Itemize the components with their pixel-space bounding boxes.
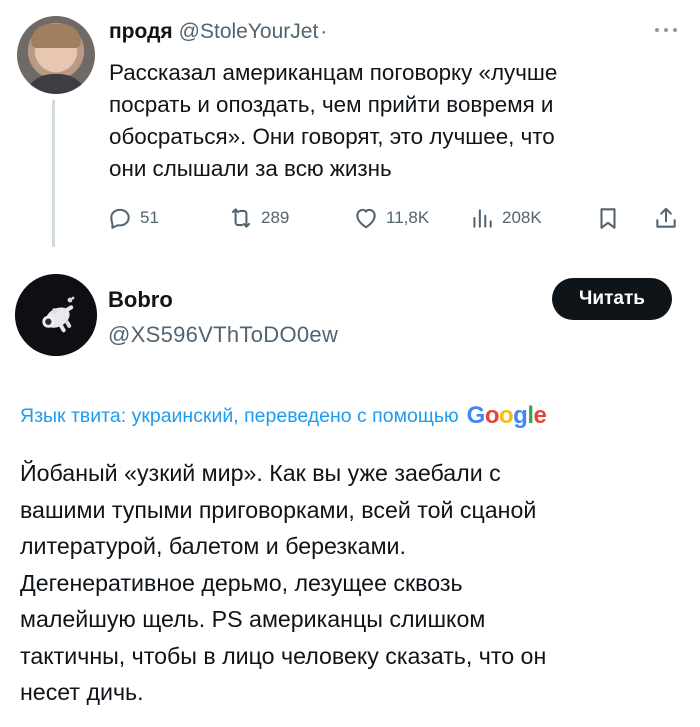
- quoted-text-line: литературой, балетом и березками.: [20, 533, 406, 559]
- quoted-text-line: несет дичь.: [20, 679, 144, 705]
- share-icon: [656, 207, 676, 228]
- quoted-author-handle[interactable]: @XS596VThToDO0ew: [108, 322, 338, 348]
- views-button[interactable]: 208K: [469, 200, 542, 236]
- tweet-text: Рассказал американцам поговорку «лучше по…: [109, 57, 689, 185]
- quoted-text-line: вашими тупыми приговорками, всей той сца…: [20, 496, 537, 523]
- avatar[interactable]: [15, 274, 97, 356]
- thread-connector-line: [52, 100, 55, 247]
- avatar[interactable]: [17, 16, 95, 94]
- more-icon[interactable]: [652, 22, 680, 38]
- read-button[interactable]: Читать: [552, 278, 672, 320]
- tweet-text-line: посрать и опоздать, чем прийти вовремя и: [109, 92, 554, 117]
- tweet-header: продя @StoleYourJet·: [109, 20, 327, 44]
- tweet-text-line: они слышали за всю жизнь: [109, 156, 392, 181]
- tweet-text-line: Рассказал американцам поговорку «лучше: [109, 60, 558, 85]
- repost-count: 289: [261, 208, 290, 227]
- tweet-actions-bar: 51 289 11,8K 208K: [105, 200, 690, 236]
- author-name[interactable]: продя: [109, 20, 173, 43]
- like-count: 11,8K: [386, 208, 430, 227]
- astronaut-avatar-image: [15, 274, 97, 356]
- reply-button[interactable]: 51: [107, 200, 159, 236]
- repost-button[interactable]: 289: [228, 200, 289, 236]
- like-icon: [356, 208, 376, 229]
- quoted-text-line: Йобаный «узкий мир». Как вы уже заебали …: [20, 460, 501, 486]
- quoted-text-line: Дегенеративное дерьмо, лезущее сквозь: [20, 569, 463, 596]
- header-separator: ·: [320, 20, 328, 43]
- quoted-text-line: тактичны, чтобы в лицо человеку сказать,…: [20, 642, 547, 669]
- quoted-tweet-text: Йобаный «узкий мир». Как вы уже заебали …: [20, 455, 690, 711]
- reply-icon: [110, 208, 130, 229]
- translation-label: Язык твита: украинский, переведено с пом…: [20, 404, 459, 427]
- tweet-text-line: обосраться». Они говорят, это лучшее, чт…: [109, 124, 555, 149]
- author-handle[interactable]: @StoleYourJet: [179, 20, 319, 43]
- avatar-hair: [31, 24, 81, 48]
- repost-icon: [231, 208, 251, 228]
- bookmark-button[interactable]: [595, 200, 621, 236]
- quoted-text-line: малейшую щель. PS американцы слишком: [20, 606, 486, 632]
- share-button[interactable]: [653, 200, 679, 236]
- quoted-author-name[interactable]: Bobro: [108, 287, 173, 313]
- translation-notice[interactable]: Язык твита: украинский, переведено с пом…: [20, 402, 547, 430]
- bookmark-icon: [600, 208, 616, 229]
- avatar-shirt: [23, 74, 89, 94]
- reply-count: 51: [140, 208, 159, 227]
- views-count: 208K: [502, 208, 542, 227]
- views-icon: [473, 209, 492, 228]
- google-logo: Google: [466, 402, 547, 429]
- like-button[interactable]: 11,8K: [353, 200, 429, 236]
